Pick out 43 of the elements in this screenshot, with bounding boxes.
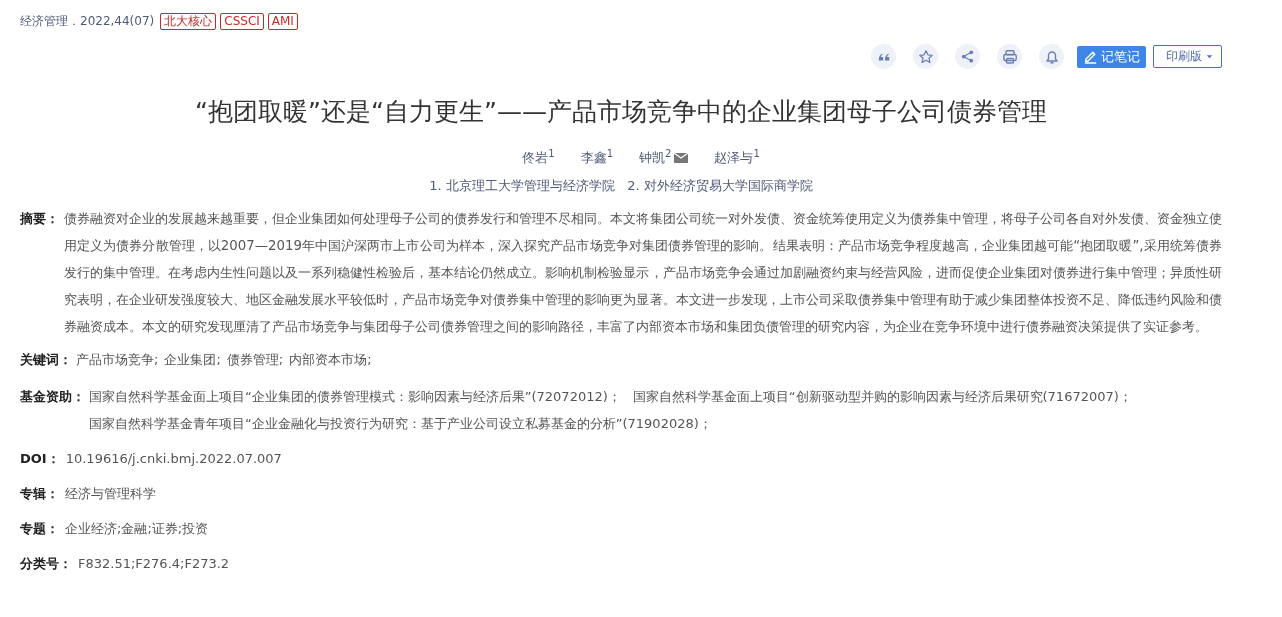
author-link[interactable]: 钟凯$^{2}$: [639, 148, 672, 168]
share-button[interactable]: [955, 44, 980, 69]
author-link[interactable]: 赵泽与$^{1}$: [714, 148, 760, 168]
bell-icon: [1043, 48, 1060, 65]
printer-icon: [1001, 48, 1018, 65]
star-icon: [917, 48, 934, 65]
index-tag: AMI: [267, 12, 298, 30]
field-label: 基金资助：: [20, 388, 85, 407]
keyword-link[interactable]: 企业集团;: [164, 346, 221, 374]
field-value: 经济与管理科学: [65, 485, 156, 504]
field-label: 摘要：: [20, 210, 59, 229]
fund-link[interactable]: 国家自然科学基金面上项目“创新驱动型并购的影响因素与经济后果研究(71672007)；: [632, 383, 1132, 411]
author-link[interactable]: 佟岩$^{1}$: [522, 148, 555, 168]
field-value: 企业经济;金融;证券;投资: [65, 520, 209, 539]
caret-icon: [1206, 53, 1213, 60]
star-button[interactable]: [913, 44, 938, 69]
index-tag: 北大核心: [160, 12, 217, 30]
author-link[interactable]: 李鑫$^{1}$: [580, 148, 613, 168]
keyword-link[interactable]: 债券管理;: [226, 346, 284, 374]
pencil-icon: [1083, 49, 1098, 64]
print-button[interactable]: [997, 44, 1022, 69]
field-label: 专辑：: [20, 485, 59, 504]
note-button[interactable]: 记笔记: [1077, 45, 1146, 68]
affiliation-list: 1. 北京理工大学管理与经济学院 2. 对外经济贸易大学国际商学院: [429, 178, 813, 194]
field-label: 专题：: [20, 520, 59, 539]
quote-button[interactable]: [871, 44, 896, 69]
fund-link[interactable]: 国家自然科学基金面上项目“企业集团的债券管理模式：影响因素与经济后果”(72072012)；: [89, 383, 621, 411]
fund-link[interactable]: 国家自然科学基金青年项目“企业金融化与投资行为研究：基于产业公司设立私募基金的分析”(71902028)；: [89, 410, 712, 438]
keyword-link[interactable]: 产品市场竞争;: [76, 346, 159, 374]
field-label: DOI：: [20, 450, 60, 469]
bell-button[interactable]: [1039, 44, 1064, 69]
field-label: 关键词：: [20, 351, 72, 370]
share-icon: [960, 49, 975, 64]
field-value: 10.19616/j.cnki.bmj.2022.07.007: [65, 450, 282, 469]
abstract-text: 债券融资对企业的发展越来越重要，但企业集团如何处理母子公司的债券发行和管理不尽相同。本文将集团公司统一对外发债、资金统筹使用定义为债券集中管理，将母子公司各自对外发债、资金独立使用定义为债券分散管理，以2007—2019年中国沪深两市上市公司为样本，深入探究产品市场竞争对集团债券管理的影响。结果表明：产品市场竞争程度越高，企业集团越可能“抱团取暖”,采用统筹债券发行的集中管理。在考虑内生性问题以及一系列稳健性检验后，基本结论仍然成立。影响机制检验显示，产品市场竞争会通过加剧融资约束与经营风险，进而促使企业集团对债券进行集中管理；异质性研究表明，在企业研发强度较大、地区金融发展水平较低时，产品市场竞争对债券集中管理的影响更为显著。本文进一步发现，上市公司采取债券集中管理有助于减少集团整体投资不足、降低违约风险和债券融资成本。本文的研究发现厘清了产品市场竞争与集团母子公司债券管理之间的影响路径，丰富了内部资本市场和集团负债管理的研究内容，为企业在竞争环境中进行债券融资决策提供了实证参考。: [64, 210, 1222, 337]
journal-info: 经济管理．2022,44(07): [20, 12, 155, 30]
keyword-link[interactable]: 内部资本市场;: [289, 346, 372, 374]
field-label: 分类号：: [20, 555, 72, 574]
article-title: “抱团取暖”还是“自力更生”——产品市场竞争中的企业集团母子公司债券管理: [194, 96, 1048, 128]
mail-icon[interactable]: [674, 152, 689, 163]
field-value: F832.51;F276.4;F273.2: [78, 555, 230, 574]
print-version-dropdown[interactable]: 印刷版: [1153, 45, 1222, 68]
index-tag: CSSCI: [220, 12, 264, 30]
